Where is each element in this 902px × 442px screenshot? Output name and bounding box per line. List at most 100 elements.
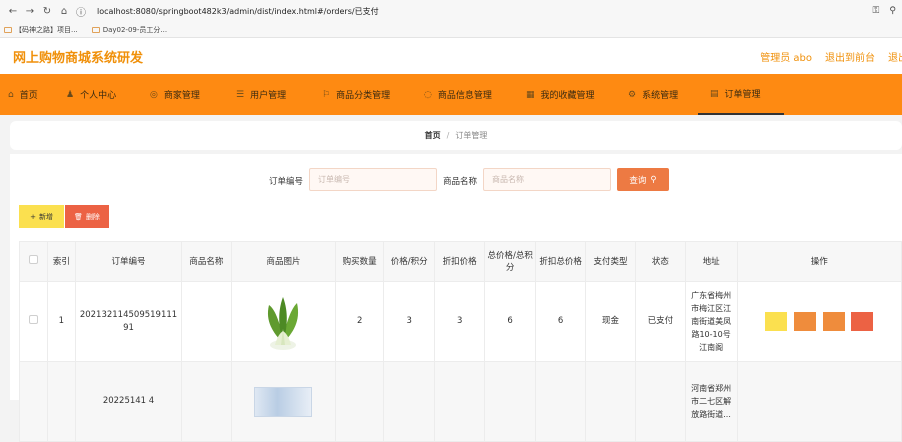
pay-type-cell: 现金	[584, 281, 637, 362]
to-front-link[interactable]: 退出到前台	[825, 49, 875, 64]
gear-icon: ⚙	[628, 89, 637, 100]
reload-icon[interactable]: ↻	[40, 6, 54, 17]
column-header: 状态	[635, 241, 686, 282]
column-header: 商品名称	[181, 241, 232, 282]
operations-cell	[736, 361, 902, 442]
column-header: 支付类型	[584, 241, 637, 282]
column-header: 总价格/总积分	[483, 241, 537, 282]
column-header: 商品图片	[230, 241, 337, 282]
plus-icon: +	[30, 212, 36, 221]
search-form: 订单编号 订单编号 商品名称 商品名称 查询 ⚲	[10, 168, 902, 192]
column-header: 折扣总价格	[535, 241, 586, 282]
nav-item-system[interactable]: ⚙ 系统管理	[616, 74, 698, 115]
site-info-icon[interactable]: ⓘ	[74, 4, 88, 19]
ship-button[interactable]	[822, 312, 845, 331]
select-all-header	[19, 241, 48, 282]
view-button[interactable]	[765, 312, 788, 331]
address-cell: 河南省郑州市二七区解放路街道...	[684, 361, 738, 442]
back-icon[interactable]: ←	[6, 6, 20, 17]
forward-icon[interactable]: →	[23, 6, 37, 17]
total-cell: 6	[483, 281, 537, 362]
home-browser-icon[interactable]: ⌂	[57, 6, 71, 17]
status-cell	[635, 361, 686, 442]
nav-item-categories[interactable]: ⚐ 商品分类管理	[310, 74, 412, 115]
order-icon: ▤	[710, 88, 719, 99]
quantity-cell: 2	[335, 281, 384, 362]
column-header: 折扣价格	[434, 241, 485, 282]
order-no-cell: 20225141 4	[74, 361, 183, 442]
add-button[interactable]: + 新增	[19, 205, 64, 228]
breadcrumb-separator: /	[446, 131, 450, 140]
address-bar[interactable]: localhost:8080/springboot482k3/admin/dis…	[97, 6, 379, 17]
pay-type-cell	[584, 361, 637, 442]
nav-item-goods[interactable]: ◌ 商品信息管理	[412, 74, 514, 115]
users-icon: ☰	[236, 89, 245, 100]
logout-link[interactable]: 退出	[888, 49, 902, 64]
order-no-cell: 202132114509519111 91	[74, 281, 183, 362]
discount-total-cell: 6	[535, 281, 586, 362]
search-icon: ⚲	[650, 174, 657, 185]
bookmark-item[interactable]: Day02-09-员工分...	[91, 25, 167, 35]
nav-item-home[interactable]: ⌂ 首页	[0, 74, 52, 115]
order-no-input[interactable]: 订单编号	[309, 168, 437, 191]
goods-icon: ◌	[424, 89, 432, 100]
nav-item-merchants[interactable]: ◎ 商家管理	[138, 74, 224, 115]
goods-name-cell	[181, 281, 232, 362]
nav-item-favorites[interactable]: ▦ 我的收藏管理	[514, 74, 616, 115]
discount-price-cell: 3	[434, 281, 485, 362]
address-cell: 广东省梅州市梅江区江南街道美凤路10-10号江南阁	[684, 281, 738, 362]
key-icon[interactable]: ⚿	[873, 6, 880, 16]
delete-button[interactable]: 🗑 删除	[65, 205, 109, 228]
nav-item-users[interactable]: ☰ 用户管理	[224, 74, 310, 115]
row-delete-button[interactable]	[851, 312, 874, 331]
select-all-checkbox[interactable]	[28, 255, 38, 264]
goods-name-label: 商品名称	[443, 177, 478, 187]
nav-item-profile[interactable]: ♟ 个人中心	[52, 74, 138, 115]
table-row: 1 202132114509519111 91 2 3 3 6 6 现金 已支付…	[19, 281, 902, 362]
price-cell: 3	[382, 281, 436, 362]
nav-item-orders[interactable]: ▤ 订单管理	[698, 74, 784, 115]
table-row: 20225141 4 河南省郑州市二七区解放路街道...	[19, 361, 902, 442]
index-cell: 1	[46, 281, 76, 362]
bookmarks-bar: 【码神之路】项目... Day02-09-员工分...	[0, 22, 902, 38]
goods-name-input[interactable]: 商品名称	[483, 168, 611, 191]
book-image	[254, 386, 313, 417]
column-header: 索引	[46, 241, 76, 282]
discount-price-cell	[434, 361, 485, 442]
main-nav: ⌂ 首页 ♟ 个人中心 ◎ 商家管理 ☰ 用户管理 ⚐ 商品分类管理 ◌ 商品信息管理 ▦ 我…	[0, 74, 902, 115]
total-cell	[483, 361, 537, 442]
index-cell	[46, 361, 76, 442]
status-cell: 已支付	[635, 281, 686, 362]
discount-total-cell	[535, 361, 586, 442]
folder-icon	[91, 26, 100, 33]
folder-icon	[4, 26, 12, 33]
breadcrumb-current: 订单管理	[455, 131, 488, 140]
column-header: 价格/积分	[382, 241, 436, 282]
edit-button[interactable]	[793, 312, 816, 331]
user-icon: ♟	[66, 89, 75, 100]
quantity-cell	[335, 361, 384, 442]
column-header: 订单编号	[74, 241, 183, 282]
content-panel: 订单编号 订单编号 商品名称 商品名称 查询 ⚲ + 新增 🗑 删除 索引 订单…	[10, 154, 902, 442]
order-no-label: 订单编号	[269, 177, 304, 187]
table-header-row: 索引 订单编号 商品名称 商品图片 购买数量 价格/积分 折扣价格 总价格/总积…	[19, 241, 902, 282]
goods-image-cell	[230, 281, 337, 362]
breadcrumb: 首页 / 订单管理	[10, 121, 902, 150]
orders-table: 索引 订单编号 商品名称 商品图片 购买数量 价格/积分 折扣价格 总价格/总积…	[19, 241, 902, 442]
zoom-icon[interactable]: ⚲	[889, 6, 896, 16]
category-icon: ⚐	[322, 89, 331, 100]
column-header: 地址	[684, 241, 738, 282]
app-header: 网上购物商城系统研发 管理员 abo 退出到前台 退出	[0, 38, 902, 74]
operations-cell	[736, 281, 902, 362]
row-checkbox[interactable]	[28, 314, 38, 324]
admin-label: 管理员 abo	[760, 52, 812, 64]
breadcrumb-home[interactable]: 首页	[425, 130, 441, 141]
goods-image-cell	[230, 361, 337, 442]
star-icon: ▦	[526, 89, 535, 100]
bookmark-item[interactable]: 【码神之路】项目...	[4, 25, 78, 35]
query-button[interactable]: 查询 ⚲	[617, 168, 669, 191]
price-cell	[382, 361, 436, 442]
browser-toolbar: ← → ↻ ⌂ ⓘ localhost:8080/springboot482k3…	[0, 0, 902, 22]
row-select-cell	[19, 361, 48, 442]
goods-name-cell	[181, 361, 232, 442]
